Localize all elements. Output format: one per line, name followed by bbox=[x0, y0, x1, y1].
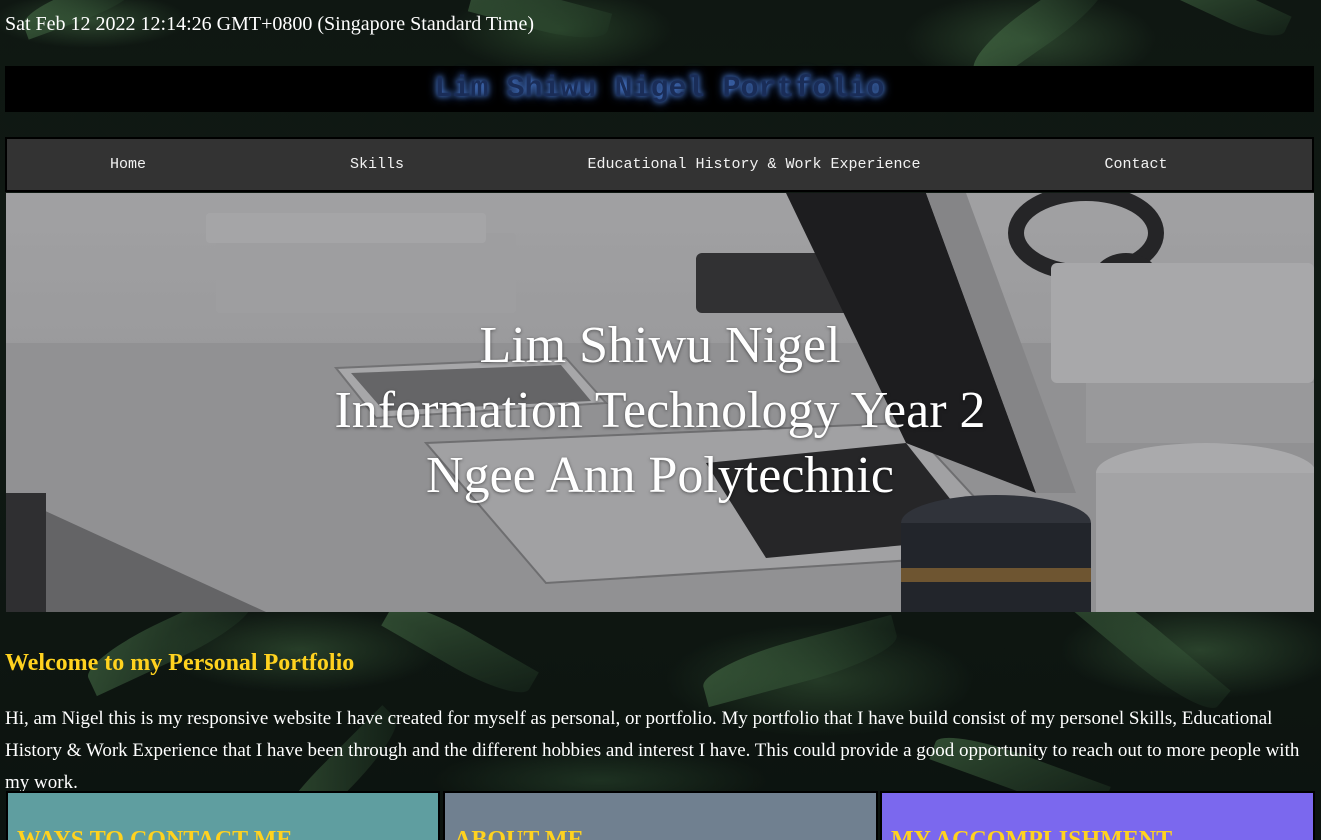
navbar: Home Skills Educational History & Work E… bbox=[5, 137, 1314, 192]
nav-item-contact[interactable]: Contact bbox=[1104, 139, 1167, 190]
background-foliage bbox=[1178, 0, 1292, 46]
hero-banner: Lim Shiwu Nigel Information Technology Y… bbox=[6, 193, 1314, 612]
welcome-heading: Welcome to my Personal Portfolio bbox=[5, 650, 355, 676]
intro-paragraph: Hi, am Nigel this is my responsive websi… bbox=[5, 708, 1300, 793]
hero-text: Lim Shiwu Nigel Information Technology Y… bbox=[6, 313, 1314, 508]
site-title: Lim Shiwu Nigel Portfolio bbox=[434, 72, 885, 106]
card-contact: WAYS TO CONTACT ME bbox=[6, 791, 440, 840]
site-header: Lim Shiwu Nigel Portfolio bbox=[5, 66, 1314, 112]
card-about: ABOUT ME bbox=[443, 791, 878, 840]
nav-item-skills[interactable]: Skills bbox=[350, 139, 404, 190]
card-accomplishment-title: MY ACCOMPLISHMENT bbox=[891, 827, 1173, 840]
card-contact-title: WAYS TO CONTACT ME bbox=[17, 827, 293, 840]
hero-school: Ngee Ann Polytechnic bbox=[426, 447, 894, 504]
nav-item-home[interactable]: Home bbox=[110, 139, 146, 190]
hero-name: Lim Shiwu Nigel bbox=[479, 317, 841, 374]
nav-item-education-work[interactable]: Educational History & Work Experience bbox=[587, 139, 920, 190]
card-about-title: ABOUT ME bbox=[454, 827, 584, 840]
current-datetime: Sat Feb 12 2022 12:14:26 GMT+0800 (Singa… bbox=[5, 13, 535, 35]
card-accomplishment: MY ACCOMPLISHMENT bbox=[880, 791, 1315, 840]
background-foliage bbox=[697, 614, 903, 708]
hero-course: Information Technology Year 2 bbox=[334, 382, 986, 439]
